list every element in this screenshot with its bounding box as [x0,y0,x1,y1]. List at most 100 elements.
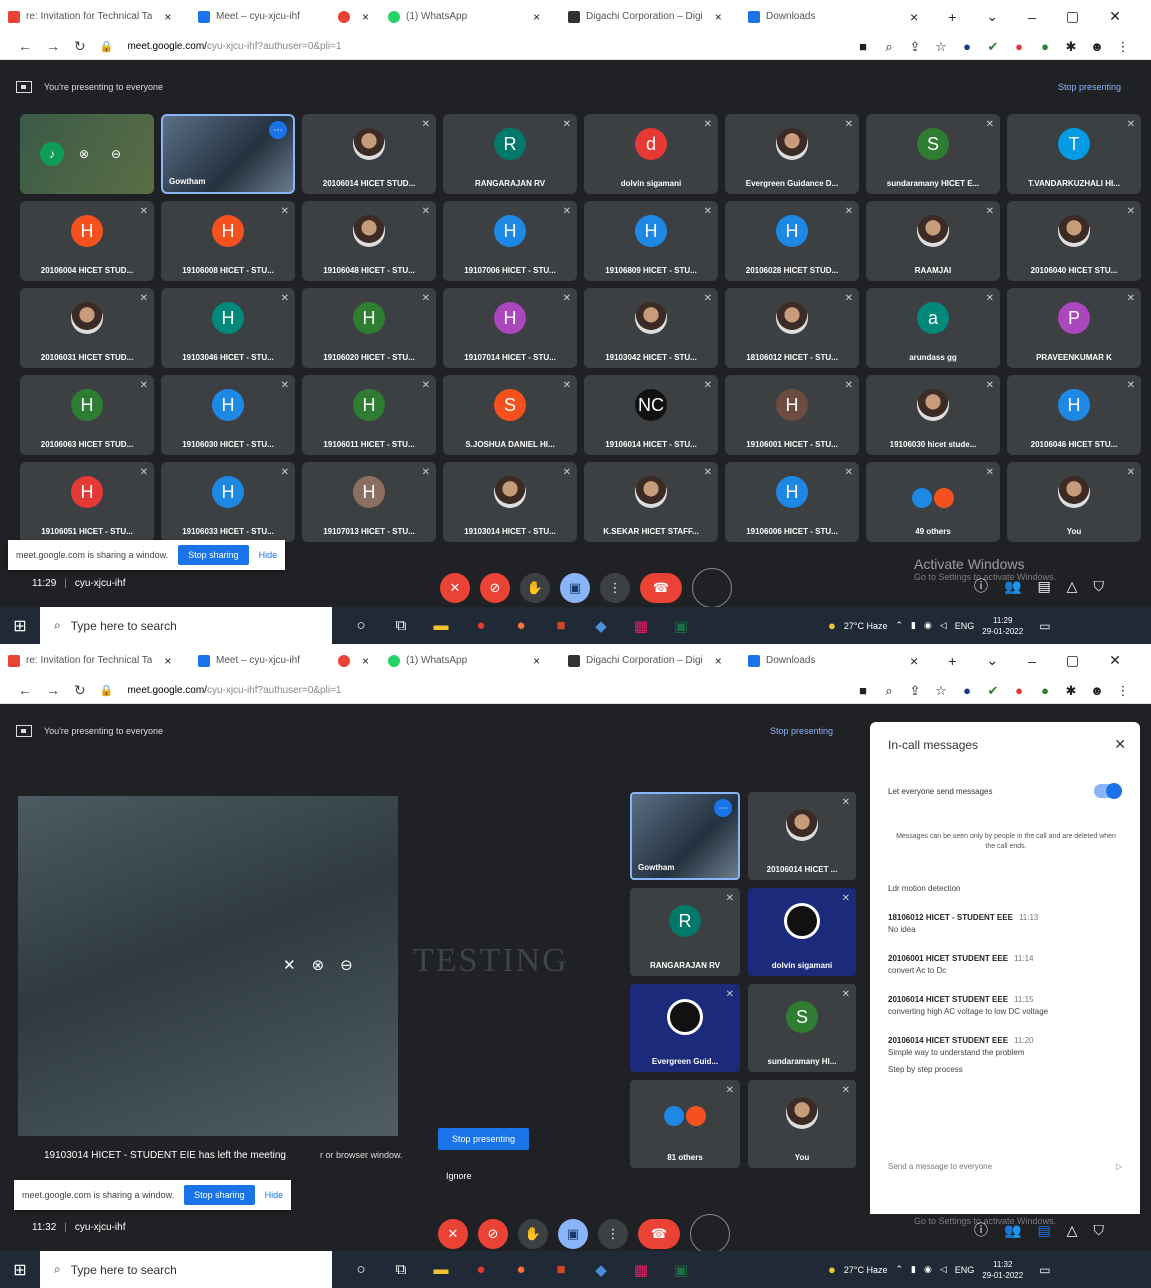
file-explorer-icon[interactable]: ▬ [432,1261,450,1279]
chevron-up-icon[interactable]: ⌃ [895,620,903,631]
close-icon[interactable]: × [164,654,171,668]
chevron-down-icon[interactable]: ⌄ [986,652,998,669]
participant-tile[interactable]: ✕ H 19106001 HICET - STU... [725,375,859,455]
participant-tile[interactable]: ✕ R RANGARAJAN RV [630,888,740,976]
browser-tab[interactable]: re: Invitation for Technical Ta × [0,0,190,33]
participant-tile[interactable]: ✕ 20106040 HICET STU... [1007,201,1141,281]
taskbar-search[interactable]: ⌕ Type here to search [40,1251,332,1288]
participant-tile[interactable]: ✕ H 20106028 HICET STUD... [725,201,859,281]
participant-tile[interactable]: ⋯ Gowtham [161,114,295,194]
activity-ring-icon[interactable] [692,568,732,608]
info-icon[interactable]: ⓘ [974,576,988,596]
zoom-icon[interactable]: ⌕ [882,683,896,699]
clock[interactable]: 11:32 29-01-2022 [982,1259,1023,1281]
browser-tab[interactable]: re: Invitation for Technical Ta × [0,644,190,677]
participant-tile[interactable]: ✕ T T.VANDARKUZHALI HI... [1007,114,1141,194]
participant-tile[interactable]: ✕ 18106012 HICET - STU... [725,288,859,368]
participant-tile[interactable]: ✕ RAAMJAI [866,201,1000,281]
stop-presenting-button[interactable]: Stop presenting [438,1128,530,1150]
profile-icon[interactable]: ☻ [1090,683,1104,699]
participant-tile[interactable]: ✕ H 19107013 HICET - STU... [302,462,436,542]
participant-tile[interactable]: ⋯ Gowtham [630,792,740,880]
star-icon[interactable]: ☆ [934,683,948,699]
taskbar-search[interactable]: ⌕ Type here to search [40,607,332,644]
camera-off-icon[interactable]: ⊘ [480,573,510,603]
app-icon[interactable]: ▦ [632,617,650,635]
participant-tile[interactable]: ✕ 20106031 HICET STUD... [20,288,154,368]
network-icon[interactable]: ◉ [924,1264,932,1275]
extension-icon[interactable]: ● [1038,683,1052,699]
cortana-icon[interactable]: ○ [352,617,370,635]
clock[interactable]: 11:29 29-01-2022 [982,615,1023,637]
participant-tile[interactable]: ✕ 81 others [630,1080,740,1168]
lock-icon[interactable]: ⛉ [1093,578,1104,595]
stop-presenting-link[interactable]: Stop presenting [770,726,833,736]
mic-icon[interactable]: ♪ [40,142,64,166]
mic-off-icon[interactable]: ✕ [438,1219,468,1249]
close-icon[interactable]: × [164,10,171,24]
participant-tile[interactable]: ♪ ⊗ ⊖ [20,114,154,194]
chevron-down-icon[interactable]: ⌄ [986,8,998,25]
chrome-icon[interactable]: ● [472,1261,490,1279]
url-field[interactable]: meet.google.com/cyu-xjcu-ihf?authuser=0&… [127,685,341,696]
pin-icon[interactable]: ✕ [283,956,296,974]
windows-start-icon[interactable]: ⊞ [0,616,40,636]
excel-icon[interactable]: ▣ [672,1261,690,1279]
participant-tile[interactable]: ✕ K.SEKAR HICET STAFF... [584,462,718,542]
forward-icon[interactable]: → [46,682,60,698]
participant-tile[interactable]: ✕ H 19103046 HICET - STU... [161,288,295,368]
restore-icon[interactable]: ▢ [1066,8,1079,25]
close-icon[interactable]: × [533,654,540,668]
remove-icon[interactable]: ⊖ [104,142,128,166]
app-icon[interactable]: ◆ [592,617,610,635]
participant-tile[interactable]: ✕ H 19106006 HICET - STU... [725,462,859,542]
hide-button[interactable]: Hide [259,550,278,560]
present-screen-icon[interactable]: ▣ [558,1219,588,1249]
participant-tile[interactable]: ✕ H 19106030 HICET - STU... [161,375,295,455]
people-icon[interactable]: 👥 [1004,1222,1021,1239]
more-options-icon[interactable]: ⋮ [598,1219,628,1249]
lock-icon[interactable]: ⛉ [1093,1222,1104,1239]
mute-icon[interactable]: ⊗ [312,956,325,974]
file-explorer-icon[interactable]: ▬ [432,617,450,635]
extension-icon[interactable]: ● [1012,39,1026,55]
task-view-icon[interactable]: ⧉ [392,1261,410,1279]
restore-icon[interactable]: ▢ [1066,652,1079,669]
participant-tile[interactable]: ✕ d dolvin sigamani [584,114,718,194]
battery-icon[interactable]: ▮ [911,1264,916,1275]
share-icon[interactable]: ⇪ [908,683,922,699]
more-options-icon[interactable]: ⋮ [600,573,630,603]
mic-off-icon[interactable]: ✕ [440,573,470,603]
close-icon[interactable]: × [715,10,722,24]
tile-options-icon[interactable]: ⋯ [714,799,732,817]
excel-icon[interactable]: ▣ [672,617,690,635]
end-call-icon[interactable]: ☎ [638,1219,680,1249]
close-icon[interactable]: × [533,10,540,24]
windows-start-icon[interactable]: ⊞ [0,1260,40,1280]
notification-icon[interactable]: ▭ [1039,1263,1050,1277]
participant-tile[interactable]: ✕ NC 19106014 HICET - STU... [584,375,718,455]
participant-tile[interactable]: ✕ 19106030 hicet stude... [866,375,1000,455]
participant-tile[interactable]: ✕ S S.JOSHUA DANIEL HI... [443,375,577,455]
lock-icon[interactable]: 🔒 [100,684,114,697]
volume-icon[interactable]: ◁ [940,1264,947,1275]
chat-icon[interactable]: ▤ [1037,1222,1050,1239]
camera-off-icon[interactable]: ⊘ [478,1219,508,1249]
activity-ring-icon[interactable] [690,1214,730,1254]
close-icon[interactable]: × [910,653,918,669]
powerpoint-icon[interactable]: ■ [552,1261,570,1279]
raise-hand-icon[interactable]: ✋ [520,573,550,603]
participant-tile[interactable]: ✕ P PRAVEENKUMAR K [1007,288,1141,368]
chat-icon[interactable]: ▤ [1037,578,1050,595]
activities-icon[interactable]: △ [1067,578,1078,595]
participant-tile[interactable]: ✕ 49 others [866,462,1000,542]
participant-tile[interactable]: ✕ dolvin sigamani [748,888,856,976]
reload-icon[interactable]: ↻ [74,682,86,699]
send-message-input[interactable]: Send a message to everyone ▷ [888,1162,1122,1171]
puzzle-icon[interactable]: ✱ [1064,39,1078,55]
powerpoint-icon[interactable]: ■ [552,617,570,635]
raise-hand-icon[interactable]: ✋ [518,1219,548,1249]
browser-tab[interactable]: Meet – cyu-xjcu-ihf [190,644,330,677]
volume-icon[interactable]: ◁ [940,620,947,631]
participant-tile[interactable]: ✕ H 19106020 HICET - STU... [302,288,436,368]
